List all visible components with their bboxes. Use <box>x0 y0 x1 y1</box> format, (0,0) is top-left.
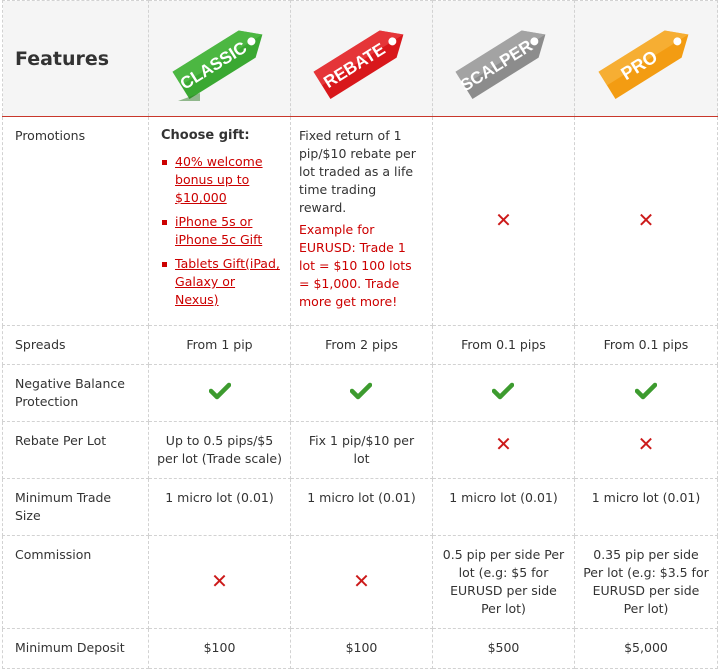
rebate-per-lot-label: Rebate Per Lot <box>1 421 150 479</box>
cross-icon: ✕ <box>637 208 655 232</box>
features-heading: Features <box>1 0 150 117</box>
rebate-per-lot-value: Up to 0.5 pips/$5 per lot (Trade scale) <box>148 421 291 479</box>
classic-ribbon-icon: CLASSIC <box>172 30 262 101</box>
check-icon <box>208 382 231 399</box>
negative-balance-cell <box>148 364 291 422</box>
rebate-promo-example: Example for EURUSD: Trade 1 lot = $10 10… <box>299 222 412 309</box>
min-deposit-row: Minimum Deposit $100 $100 $500 $5,000 <box>1 628 719 669</box>
commission-cell: ✕ <box>290 535 433 629</box>
rebate-promotions-cell: Fixed return of 1 pip/$10 rebate per lot… <box>290 116 433 326</box>
spreads-value: From 1 pip <box>148 325 291 365</box>
promotions-label: Promotions <box>1 116 150 326</box>
rebate-per-lot-cell: ✕ <box>573 421 719 479</box>
plan-tag-classic[interactable]: CLASSIC <box>148 0 291 117</box>
promotions-row: Promotions Choose gift: 40% welcome bonu… <box>1 116 719 326</box>
commission-value: 0.5 pip per side Per lot (e.g: $5 for EU… <box>431 535 575 629</box>
gift-link-bonus[interactable]: 40% welcome bonus up to $10,000 <box>175 154 263 205</box>
spreads-value: From 0.1 pips <box>431 325 575 365</box>
cross-icon: ✕ <box>495 208 512 232</box>
cross-icon: ✕ <box>353 569 370 593</box>
pro-promotions-cell: ✕ <box>573 116 719 326</box>
account-comparison-table: Features CLASSIC REBATE SCALPER PRO Prom… <box>1 0 719 669</box>
min-deposit-value: $5,000 <box>573 628 719 669</box>
plan-tag-scalper[interactable]: SCALPER <box>431 0 575 117</box>
min-deposit-value: $500 <box>431 628 575 669</box>
spreads-label: Spreads <box>1 325 150 365</box>
rebate-per-lot-value: Fix 1 pip/$10 per lot <box>290 421 433 479</box>
spreads-row: Spreads From 1 pip From 2 pips From 0.1 … <box>1 325 719 365</box>
rebate-promo-text: Fixed return of 1 pip/$10 rebate per lot… <box>299 128 416 215</box>
cross-icon: ✕ <box>637 432 655 456</box>
min-trade-row: Minimum Trade Size 1 micro lot (0.01) 1 … <box>1 478 719 536</box>
min-trade-value: 1 micro lot (0.01) <box>148 478 291 536</box>
check-icon <box>492 382 515 399</box>
plan-tag-rebate[interactable]: REBATE <box>290 0 433 117</box>
gift-item: 40% welcome bonus up to $10,000 <box>162 153 282 207</box>
spreads-value: From 0.1 pips <box>573 325 719 365</box>
min-trade-value: 1 micro lot (0.01) <box>290 478 433 536</box>
gift-link-iphone[interactable]: iPhone 5s or iPhone 5c Gift <box>175 214 262 247</box>
header-row: Features CLASSIC REBATE SCALPER PRO <box>1 0 719 117</box>
spreads-value: From 2 pips <box>290 325 433 365</box>
rebate-per-lot-cell: ✕ <box>431 421 575 479</box>
classic-promotions-cell: Choose gift: 40% welcome bonus up to $10… <box>148 116 291 326</box>
negative-balance-cell <box>290 364 433 422</box>
cross-icon: ✕ <box>211 569 228 593</box>
scalper-ribbon-icon: SCALPER <box>455 30 546 99</box>
negative-balance-cell <box>431 364 575 422</box>
negative-balance-cell <box>573 364 719 422</box>
gift-list: 40% welcome bonus up to $10,000 iPhone 5… <box>161 153 282 309</box>
choose-gift-title: Choose gift: <box>161 128 250 143</box>
min-trade-label: Minimum Trade Size <box>1 478 150 536</box>
rebate-per-lot-row: Rebate Per Lot Up to 0.5 pips/$5 per lot… <box>1 421 719 479</box>
min-deposit-value: $100 <box>148 628 291 669</box>
commission-cell: ✕ <box>148 535 291 629</box>
gift-item: iPhone 5s or iPhone 5c Gift <box>162 213 282 249</box>
commission-row: Commission ✕ ✕ 0.5 pip per side Per lot … <box>1 535 719 629</box>
plan-tag-pro[interactable]: PRO <box>573 0 719 117</box>
cross-icon: ✕ <box>495 432 512 456</box>
check-icon <box>350 382 373 399</box>
commission-value: 0.35 pip per side Per lot (e.g: $3.5 for… <box>573 535 719 629</box>
scalper-promotions-cell: ✕ <box>431 116 575 326</box>
negative-balance-row: Negative Balance Protection <box>1 364 719 422</box>
check-icon <box>634 382 657 399</box>
min-deposit-value: $100 <box>290 628 433 669</box>
negative-balance-label: Negative Balance Protection <box>1 364 150 422</box>
rebate-ribbon-icon: REBATE <box>313 30 404 99</box>
pro-ribbon-icon: PRO <box>598 30 689 99</box>
commission-label: Commission <box>1 535 150 629</box>
gift-link-tablets[interactable]: Tablets Gift(iPad, Galaxy or Nexus) <box>175 256 280 307</box>
min-trade-value: 1 micro lot (0.01) <box>573 478 719 536</box>
gift-item: Tablets Gift(iPad, Galaxy or Nexus) <box>162 255 282 309</box>
min-trade-value: 1 micro lot (0.01) <box>431 478 575 536</box>
min-deposit-label: Minimum Deposit <box>1 628 150 669</box>
comparison-page: Features CLASSIC REBATE SCALPER PRO Prom… <box>0 0 720 669</box>
